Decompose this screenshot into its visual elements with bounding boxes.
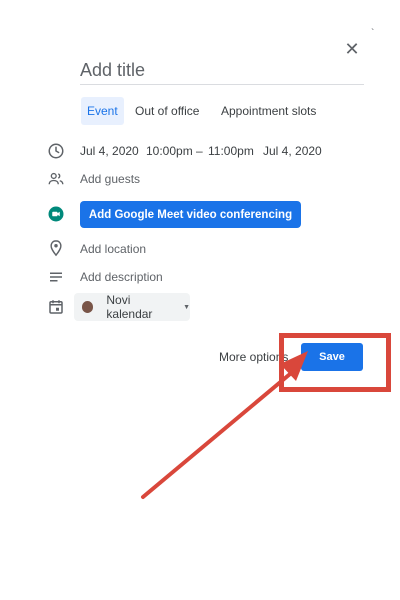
meet-icon — [46, 204, 66, 224]
calendar-icon — [46, 297, 66, 317]
calendar-select[interactable]: Novi kalendar ▼ — [74, 293, 190, 321]
title-input[interactable] — [80, 56, 364, 84]
end-time[interactable]: 11:00pm — [208, 143, 254, 159]
start-time[interactable]: 10:00pm — [146, 143, 193, 159]
tab-out-of-office[interactable]: Out of office — [129, 97, 205, 125]
add-meet-button[interactable]: Add Google Meet video conferencing — [80, 201, 301, 228]
corner-mark: ` — [371, 28, 375, 39]
description-icon — [46, 267, 66, 287]
more-options-link[interactable]: More options — [219, 350, 288, 364]
add-location-field[interactable]: Add location — [80, 241, 146, 257]
end-date[interactable]: Jul 4, 2020 — [263, 143, 322, 159]
add-description-field[interactable]: Add description — [80, 269, 163, 285]
caret-down-icon: ▼ — [183, 303, 190, 311]
location-icon — [46, 238, 66, 258]
calendar-color-dot — [82, 301, 94, 313]
clock-icon — [46, 141, 66, 161]
tab-event[interactable]: Event — [81, 97, 124, 125]
calendar-label: Novi kalendar — [106, 293, 153, 321]
start-date[interactable]: Jul 4, 2020 — [80, 143, 139, 159]
tab-appointment-slots[interactable]: Appointment slots — [215, 97, 322, 125]
guests-icon — [46, 169, 66, 189]
time-separator: – — [196, 144, 203, 158]
title-field-wrapper — [80, 56, 364, 85]
add-guests-field[interactable]: Add guests — [80, 171, 140, 187]
annotation-highlight-box — [279, 333, 391, 392]
